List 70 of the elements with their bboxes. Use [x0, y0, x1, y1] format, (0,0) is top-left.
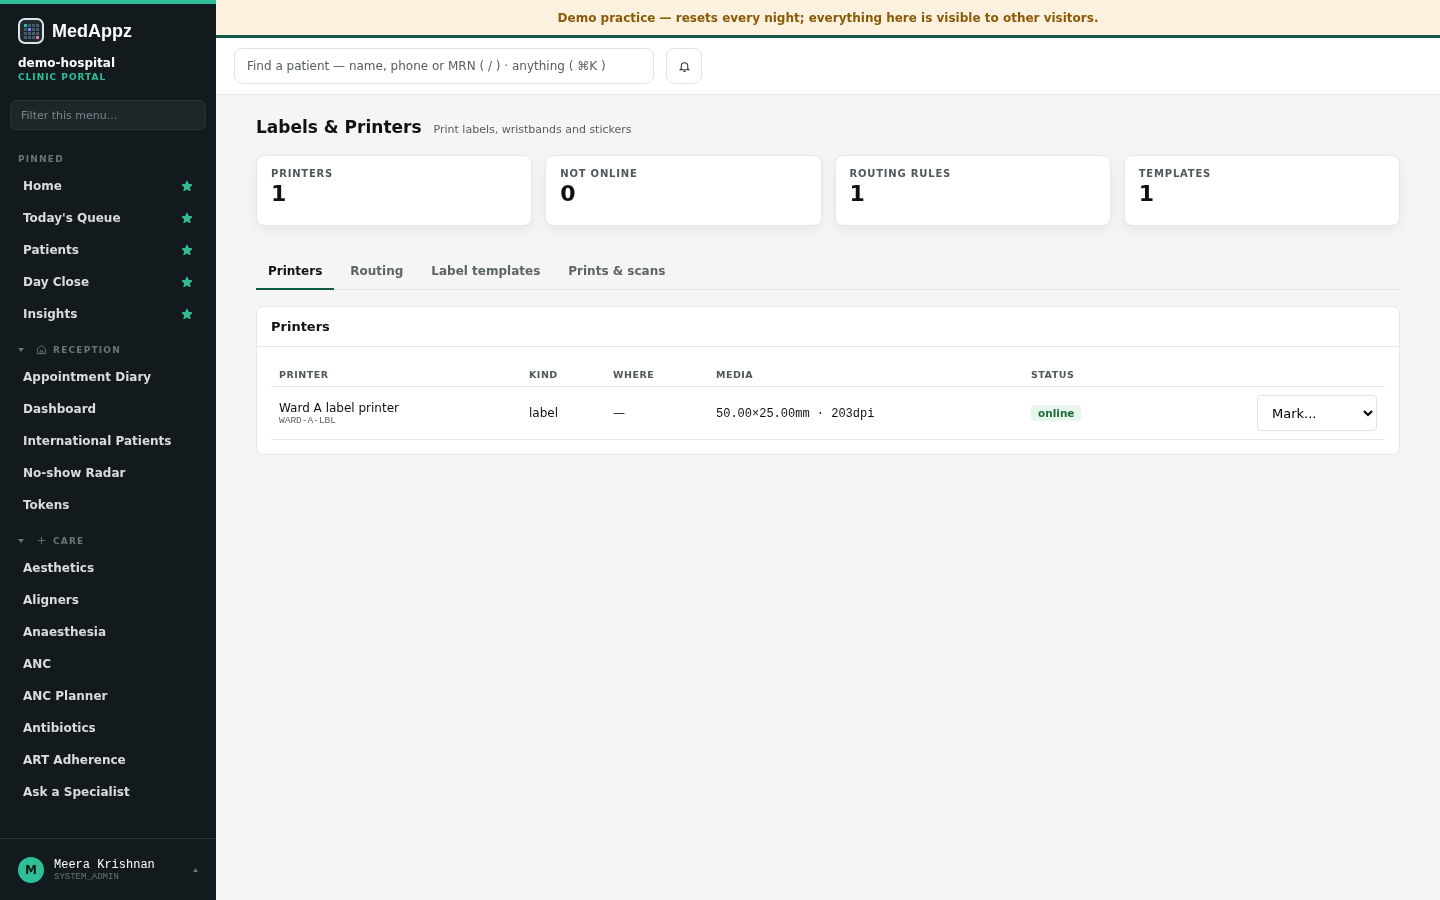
- sidebar-item[interactable]: Patients: [10, 234, 206, 266]
- user-role: SYSTEM_ADMIN: [54, 871, 120, 882]
- sidebar-item[interactable]: Ask a Specialist: [10, 776, 206, 808]
- sidebar-item[interactable]: ANC: [10, 648, 206, 680]
- plus-icon: [36, 535, 47, 546]
- mark-dropdown[interactable]: Mark...: [1257, 395, 1377, 431]
- tab[interactable]: Routing: [338, 256, 416, 290]
- tab[interactable]: Printers: [256, 256, 335, 290]
- star-icon[interactable]: [181, 180, 193, 192]
- sidebar-item[interactable]: Tokens: [10, 489, 206, 521]
- stat-label: ROUTING RULES: [849, 168, 953, 179]
- stat-label: PRINTERS: [271, 168, 335, 179]
- tab[interactable]: Prints & scans: [556, 256, 678, 290]
- sidebar-item[interactable]: Aesthetics: [10, 552, 206, 584]
- org-name: demo-hospital: [17, 55, 117, 70]
- sidebar-item[interactable]: Dashboard: [10, 393, 206, 425]
- caret-icon[interactable]: [18, 346, 24, 353]
- sidebar-item[interactable]: Insights: [10, 298, 206, 330]
- panel-title: Printers: [257, 307, 1399, 347]
- column-header: KIND: [521, 361, 605, 387]
- sidebar-item[interactable]: Day Close: [10, 266, 206, 298]
- sidebar-item[interactable]: No-show Radar: [10, 457, 206, 489]
- star-icon[interactable]: [181, 244, 193, 256]
- page-subtitle: Print labels, wristbands and stickers: [433, 123, 632, 136]
- sidebar-item[interactable]: Antibiotics: [10, 712, 206, 744]
- status-badge: online: [1031, 405, 1082, 421]
- demo-banner: Demo practice — resets every night; everything here is visible to other visitors.: [216, 0, 1440, 38]
- caret-icon[interactable]: [193, 867, 198, 872]
- section-title: PINNED: [18, 154, 64, 164]
- section-title: CARE: [53, 535, 85, 546]
- star-icon[interactable]: [181, 212, 193, 224]
- filter-field[interactable]: Filter this menu...: [10, 100, 206, 130]
- column-header: STATUS: [1023, 361, 1142, 387]
- user-avatar: M: [18, 856, 44, 883]
- tab[interactable]: Label templates: [419, 256, 553, 290]
- notifications-button[interactable]: [666, 48, 702, 84]
- portal-label: CLINIC PORTAL: [17, 71, 108, 82]
- stat-label: TEMPLATES: [1138, 168, 1213, 179]
- house-icon: [36, 344, 47, 355]
- stat-value: 1: [849, 181, 866, 206]
- bell-icon: [677, 59, 691, 73]
- search-field[interactable]: Find a patient — name, phone or MRN ( / ) · anything ( ⌘K ): [234, 48, 654, 84]
- printer-name: Ward A label printer: [279, 400, 400, 415]
- sidebar-item[interactable]: Appointment Diary: [10, 361, 206, 393]
- page-title: Labels & Printers: [256, 117, 422, 137]
- star-icon[interactable]: [181, 308, 193, 320]
- column-header: PRINTER: [271, 361, 521, 387]
- star-icon[interactable]: [181, 276, 193, 288]
- sidebar-item[interactable]: Today's Queue: [10, 202, 206, 234]
- brand-name: MedAppz: [52, 20, 132, 42]
- stat-value: 0: [560, 181, 577, 206]
- sidebar-item[interactable]: Anaesthesia: [10, 616, 206, 648]
- column-header: MEDIA: [708, 361, 1023, 387]
- sidebar-item[interactable]: ANC Planner: [10, 680, 206, 712]
- printer-code: WARD-A-LBL: [279, 414, 337, 426]
- caret-icon[interactable]: [18, 537, 24, 544]
- sidebar-item[interactable]: Aligners: [10, 584, 206, 616]
- stat-value: 1: [271, 181, 288, 206]
- table-cell: label: [529, 406, 559, 420]
- column-header: WHERE: [605, 361, 708, 387]
- sidebar-item[interactable]: International Patients: [10, 425, 206, 457]
- media-cell: 50.00×25.00mm · 203dpi: [716, 406, 875, 421]
- stat-label: NOT ONLINE: [560, 168, 639, 179]
- sidebar-item[interactable]: ART Adherence: [10, 744, 206, 776]
- table-cell: —: [613, 406, 625, 420]
- section-title: RECEPTION: [53, 344, 121, 355]
- stat-value: 1: [1138, 181, 1156, 206]
- sidebar-item[interactable]: Home: [10, 170, 206, 202]
- logo-icon: [18, 18, 44, 44]
- user-name: Meera Krishnan: [54, 857, 156, 872]
